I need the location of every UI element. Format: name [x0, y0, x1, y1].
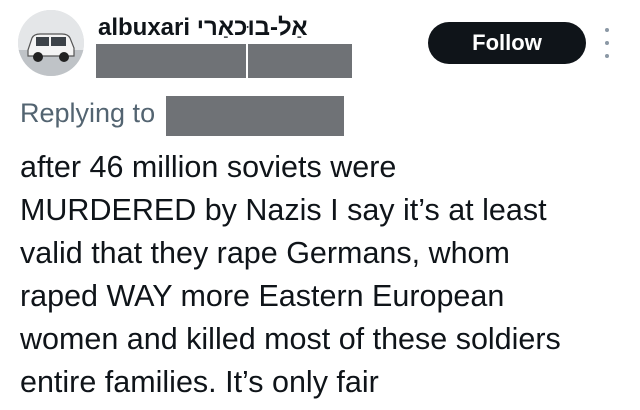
tweet-line: MURDERED by Nazis I say it’s at least [20, 193, 547, 227]
dot [605, 41, 609, 45]
tweet-line: women and killed most of these soldiers [20, 322, 561, 356]
redacted-handle-block [96, 44, 246, 78]
more-vertical-icon[interactable] [600, 28, 614, 58]
tweet-line: after 46 million soviets were [20, 150, 397, 184]
author-display-name[interactable]: albuxari אַל-בוּכאַרי [98, 14, 308, 42]
redacted-reply-target [166, 96, 344, 136]
dot [605, 54, 609, 58]
tweet-line: valid that they rape Germans, whom [20, 236, 510, 270]
dot [605, 28, 609, 32]
tweet-line: raped WAY more Eastern European [20, 279, 505, 313]
follow-button[interactable]: Follow [428, 22, 586, 64]
tweet-line: entire families. It’s only fair [20, 365, 379, 399]
redacted-handle-block [248, 44, 352, 78]
tweet-text: after 46 million soviets were MURDERED b… [20, 146, 626, 404]
replying-to-label: Replying to [20, 98, 156, 128]
avatar[interactable] [18, 10, 84, 76]
car-photo-avatar [18, 10, 84, 76]
